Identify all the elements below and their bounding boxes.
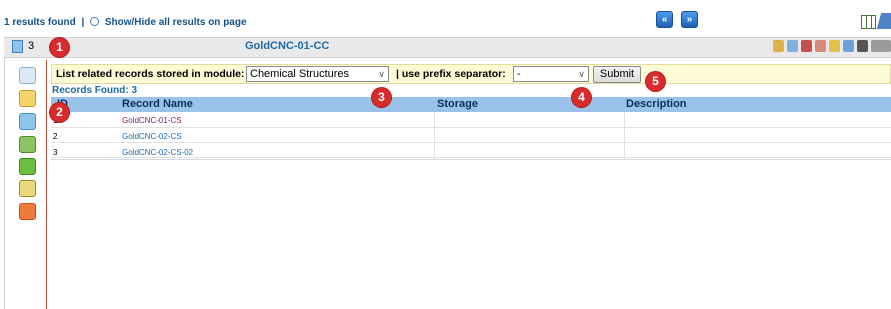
prefix-select-value: - (517, 68, 521, 80)
comment-icon[interactable] (19, 90, 36, 107)
row-id: 3 (53, 148, 58, 157)
record-count: 3 (28, 40, 35, 52)
column-divider (434, 112, 435, 159)
show-hide-results-link[interactable]: Show/Hide all results on page (105, 17, 247, 28)
record-link[interactable]: GoldCNC-02-CS-02 (122, 148, 193, 157)
chevron-down-icon: ∨ (578, 69, 585, 79)
column-header-description[interactable]: Description (626, 98, 687, 110)
record-link[interactable]: GoldCNC-02-CS (122, 132, 182, 141)
results-summary: 1 results found | Show/Hide all results … (4, 16, 247, 28)
download-icon[interactable] (19, 158, 36, 175)
separator: | (81, 17, 85, 28)
pdf-icon[interactable] (19, 203, 36, 220)
preview-icon[interactable] (19, 180, 36, 197)
next-page-button[interactable]: » (681, 11, 698, 28)
search-record-icon[interactable] (19, 67, 36, 84)
prefix-select[interactable]: - ∨ (513, 66, 589, 82)
folder-icon[interactable] (829, 40, 840, 52)
module-label: List related records stored in module: (56, 68, 245, 80)
column-header-storage[interactable]: Storage (437, 98, 478, 110)
annotation-badge-3: 3 (372, 88, 391, 107)
document-icon (12, 40, 23, 53)
grid-view-icon[interactable] (861, 15, 876, 29)
annotation-badge-4: 4 (572, 88, 591, 107)
export-icon[interactable] (815, 40, 826, 52)
print-icon[interactable] (843, 40, 854, 52)
column-header-record-name[interactable]: Record Name (122, 98, 193, 110)
left-divider (4, 57, 5, 309)
column-divider (624, 112, 625, 159)
annotation-badge-1: 1 (50, 38, 69, 57)
prev-page-button[interactable]: « (656, 11, 673, 28)
copy-icon[interactable] (787, 40, 798, 52)
report-icon[interactable] (801, 40, 812, 52)
table-bottom-border (51, 159, 891, 160)
module-select-value: Chemical Structures (250, 68, 350, 80)
magnifier-icon (90, 17, 100, 26)
row-id: 2 (53, 132, 58, 141)
prefix-label: | use prefix separator: (396, 68, 506, 80)
annotation-badge-5: 5 (646, 72, 665, 91)
move-icon[interactable] (19, 136, 36, 153)
results-count: 1 results found (4, 17, 76, 28)
record-title[interactable]: GoldCNC-01-CC (245, 40, 329, 52)
chevron-down-icon: ∨ (378, 69, 385, 79)
submit-button[interactable]: Submit (593, 66, 641, 83)
settings-icon[interactable] (871, 40, 891, 52)
grid-icon[interactable] (857, 40, 868, 52)
edit-record-icon[interactable] (773, 40, 784, 52)
records-found: Records Found: 3 (52, 85, 138, 96)
link-icon[interactable] (19, 113, 36, 130)
sidebar-border (46, 60, 47, 309)
record-header (4, 37, 891, 58)
record-link[interactable]: GoldCNC-01-CS (122, 116, 182, 125)
module-select[interactable]: Chemical Structures ∨ (246, 66, 389, 82)
annotation-badge-2: 2 (50, 103, 69, 122)
